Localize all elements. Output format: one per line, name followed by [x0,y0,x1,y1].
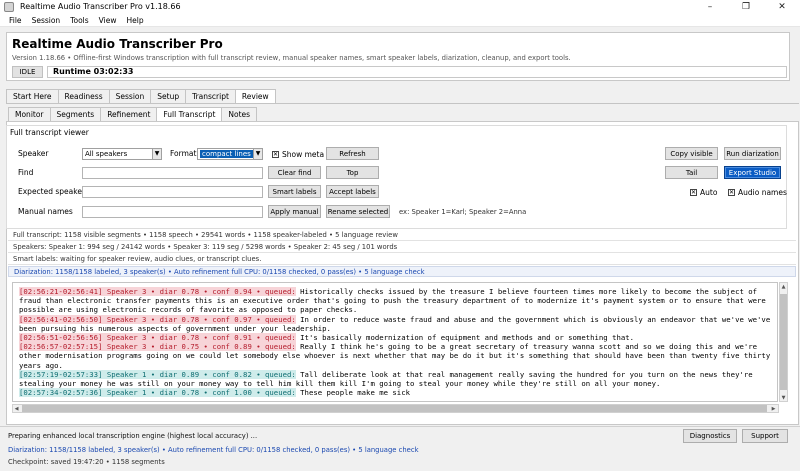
menu-help[interactable]: Help [121,16,148,25]
smart-labels-button[interactable]: Smart labels [268,185,321,198]
checkmark-icon: ✕ [272,151,279,158]
segment-meta: [02:56:51-02:56:56] Speaker 3 • diar 0.7… [19,333,296,343]
minimize-button[interactable]: – [692,0,728,14]
manual-names-label: Manual names [18,207,73,216]
speaker-select-value: All speakers [85,150,128,158]
tab-segments[interactable]: Segments [49,107,102,121]
diagnostics-button[interactable]: Diagnostics [683,429,737,443]
format-select[interactable]: compact lines ▼ [197,148,263,160]
format-select-value: compact lines [200,150,253,158]
find-input[interactable] [82,167,263,179]
tab-start-here[interactable]: Start Here [6,89,59,103]
engine-status: Preparing enhanced local transcription e… [8,432,258,440]
segment-meta: [02:57:19-02:57:33] Speaker 1 • diar 0.8… [19,369,296,379]
tail-button[interactable]: Tail [665,166,718,179]
copy-visible-button[interactable]: Copy visible [665,147,718,160]
app-heading: Realtime Audio Transcriber Pro [12,37,223,51]
show-meta-checkbox[interactable]: ✕ Show meta [272,150,324,159]
viewer-title: Full transcript viewer [10,128,89,137]
scroll-right-icon[interactable]: ▶ [769,404,778,413]
scroll-left-icon[interactable]: ◀ [12,404,21,413]
format-label: Format [170,149,197,158]
transcript-line: [02:56:57-02:57:15] Speaker 3 • diar 0.7… [19,342,772,370]
speaker-label: Speaker [18,149,49,158]
checkmark-icon: ✕ [728,189,735,196]
audio-names-checkbox[interactable]: ✕ Audio names [728,188,787,197]
expected-speakers-label: Expected speakers [18,187,89,196]
scroll-down-icon[interactable]: ▼ [779,393,788,402]
segment-meta: [02:57:34-02:57:36] Speaker 1 • diar 0.7… [19,388,296,398]
tab-monitor[interactable]: Monitor [8,107,51,121]
support-button[interactable]: Support [742,429,788,443]
expected-speakers-input[interactable] [82,186,263,198]
restore-button[interactable]: ❐ [728,0,764,14]
transcript-line: [02:57:34-02:57:36] Speaker 1 • diar 0.7… [19,388,772,398]
show-meta-label: Show meta [282,150,325,159]
transcript-line: [02:57:19-02:57:33] Speaker 1 • diar 0.8… [19,369,772,388]
checkmark-icon: ✕ [690,189,697,196]
tab-readiness[interactable]: Readiness [57,89,110,103]
diarization-status: Diarization: 1158/1158 labeled, 3 speake… [8,266,796,277]
horizontal-scroll-thumb[interactable] [22,405,767,412]
status-badge: IDLE [12,66,43,78]
tab-review[interactable]: Review [234,89,276,104]
tab-notes[interactable]: Notes [221,107,258,121]
menu-file[interactable]: File [4,16,27,25]
chevron-down-icon: ▼ [152,149,161,159]
accept-labels-button[interactable]: Accept labels [326,185,379,198]
segment-meta: [02:56:41-02:56:50] Speaker 3 • diar 0.7… [19,314,296,324]
transcript-line: [02:56:51-02:56:56] Speaker 3 • diar 0.7… [19,333,772,343]
app-subtitle: Version 1.18.66 • Offline-first Windows … [12,54,571,62]
segment-text: It's basically modernization of equipmen… [295,333,635,343]
checkpoint-status: Checkpoint: saved 19:47:20 • 1158 segmen… [8,458,165,466]
footer-diarization-status: Diarization: 1158/1158 labeled, 3 speake… [8,446,419,454]
manual-names-hint: ex: Speaker 1=Karl; Speaker 2=Anna [399,208,527,216]
main-tabs: Start Here Readiness Session Setup Trans… [6,89,276,104]
transcript-line: [02:56:21-02:56:41] Speaker 3 • diar 0.7… [19,287,772,315]
apply-manual-button[interactable]: Apply manual [268,205,321,218]
transcript-line: [02:56:41-02:56:50] Speaker 3 • diar 0.7… [19,314,772,333]
clear-find-button[interactable]: Clear find [268,166,321,179]
tab-refinement[interactable]: Refinement [100,107,158,121]
tab-transcript[interactable]: Transcript [185,89,236,103]
tab-session[interactable]: Session [108,89,152,103]
export-studio-button[interactable]: Export Studio [724,166,781,179]
speaker-summary: Speakers: Speaker 1: 994 seg / 24142 wor… [8,242,796,253]
menu-view[interactable]: View [94,16,122,25]
manual-names-input[interactable] [82,206,263,218]
refresh-button[interactable]: Refresh [326,147,379,160]
segment-meta: [02:56:57-02:57:15] Speaker 3 • diar 0.7… [19,342,296,352]
menu-session[interactable]: Session [27,16,66,25]
speaker-select[interactable]: All speakers ▼ [82,148,162,160]
menu-tools[interactable]: Tools [65,16,93,25]
transcript-view[interactable]: [02:56:21-02:56:41] Speaker 3 • diar 0.7… [12,282,778,402]
run-diarization-button[interactable]: Run diarization [724,147,781,160]
segment-text: These people make me sick [295,388,410,398]
main-tabs-divider [6,103,799,104]
find-label: Find [18,168,34,177]
auto-label: Auto [700,188,718,197]
transcript-summary: Full transcript: 1158 visible segments •… [8,230,796,241]
sub-tabs: Monitor Segments Refinement Full Transcr… [8,107,258,122]
window-title: Realtime Audio Transcriber Pro v1.18.66 [20,2,181,11]
segment-meta: [02:56:21-02:56:41] Speaker 3 • diar 0.7… [19,287,296,296]
audio-names-label: Audio names [738,188,787,197]
scroll-up-icon[interactable]: ▲ [779,282,788,291]
smart-labels-status: Smart labels: waiting for speaker review… [8,254,796,265]
auto-checkbox[interactable]: ✕ Auto [690,188,717,197]
tab-full-transcript[interactable]: Full Transcript [156,107,223,122]
chevron-down-icon: ▼ [253,149,262,159]
app-header: Realtime Audio Transcriber Pro Version 1… [6,32,790,81]
close-button[interactable]: ✕ [764,0,800,14]
runtime-display: Runtime 03:02:33 [47,66,787,78]
app-icon [4,2,14,12]
top-button[interactable]: Top [326,166,379,179]
vertical-scroll-thumb[interactable] [780,294,787,390]
rename-selected-button[interactable]: Rename selected [326,205,390,218]
tab-setup[interactable]: Setup [150,89,187,103]
menu-bar: File Session Tools View Help [0,14,800,27]
